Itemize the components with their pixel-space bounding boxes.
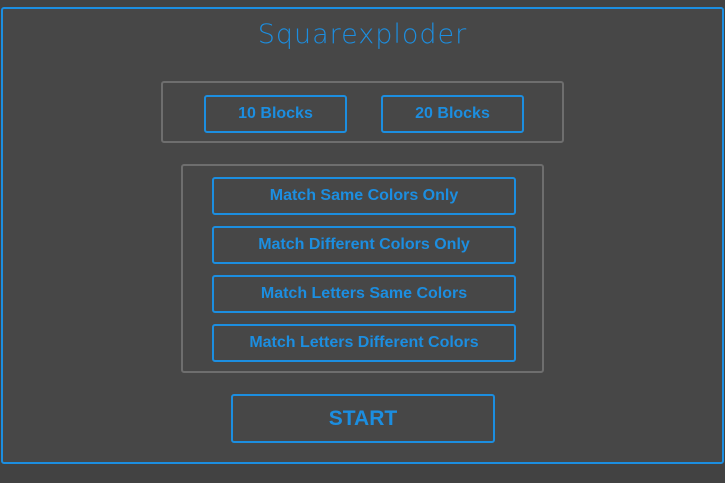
- match-letters-same-colors-button[interactable]: Match Letters Same Colors: [212, 275, 516, 313]
- match-mode-panel: Match Same Colors Only Match Different C…: [181, 164, 544, 373]
- match-same-colors-button[interactable]: Match Same Colors Only: [212, 177, 516, 215]
- block-count-panel: 10 Blocks 20 Blocks: [161, 81, 564, 143]
- start-button[interactable]: START: [231, 394, 495, 443]
- match-letters-different-colors-button[interactable]: Match Letters Different Colors: [212, 324, 516, 362]
- game-window: Squarexploder 10 Blocks 20 Blocks Match …: [1, 7, 724, 464]
- bottom-strip: [0, 464, 725, 483]
- game-title: Squarexploder: [257, 19, 468, 50]
- twenty-blocks-button[interactable]: 20 Blocks: [381, 95, 524, 133]
- ten-blocks-button[interactable]: 10 Blocks: [204, 95, 347, 133]
- match-different-colors-button[interactable]: Match Different Colors Only: [212, 226, 516, 264]
